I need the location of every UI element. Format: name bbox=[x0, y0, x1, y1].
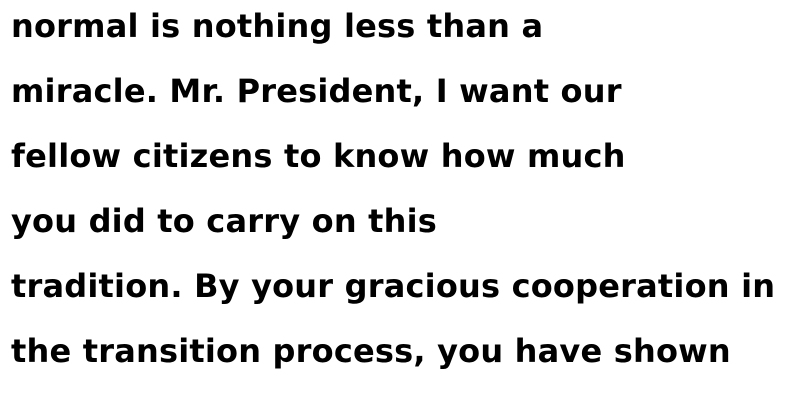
text-line-4: you did to carry on this bbox=[11, 202, 438, 240]
speech-text: normal is nothing less than a miracle. M… bbox=[11, 0, 800, 390]
text-line-1: normal is nothing less than a bbox=[11, 7, 544, 45]
text-line-3: fellow citizens to know how much bbox=[11, 137, 626, 175]
text-line-2: miracle. Mr. President, I want our bbox=[11, 72, 622, 110]
text-line-5: tradition. By your gracious cooperation … bbox=[11, 267, 776, 305]
text-line-6: the transition process, you have shown bbox=[11, 332, 731, 370]
document-page: normal is nothing less than a miracle. M… bbox=[0, 0, 800, 400]
